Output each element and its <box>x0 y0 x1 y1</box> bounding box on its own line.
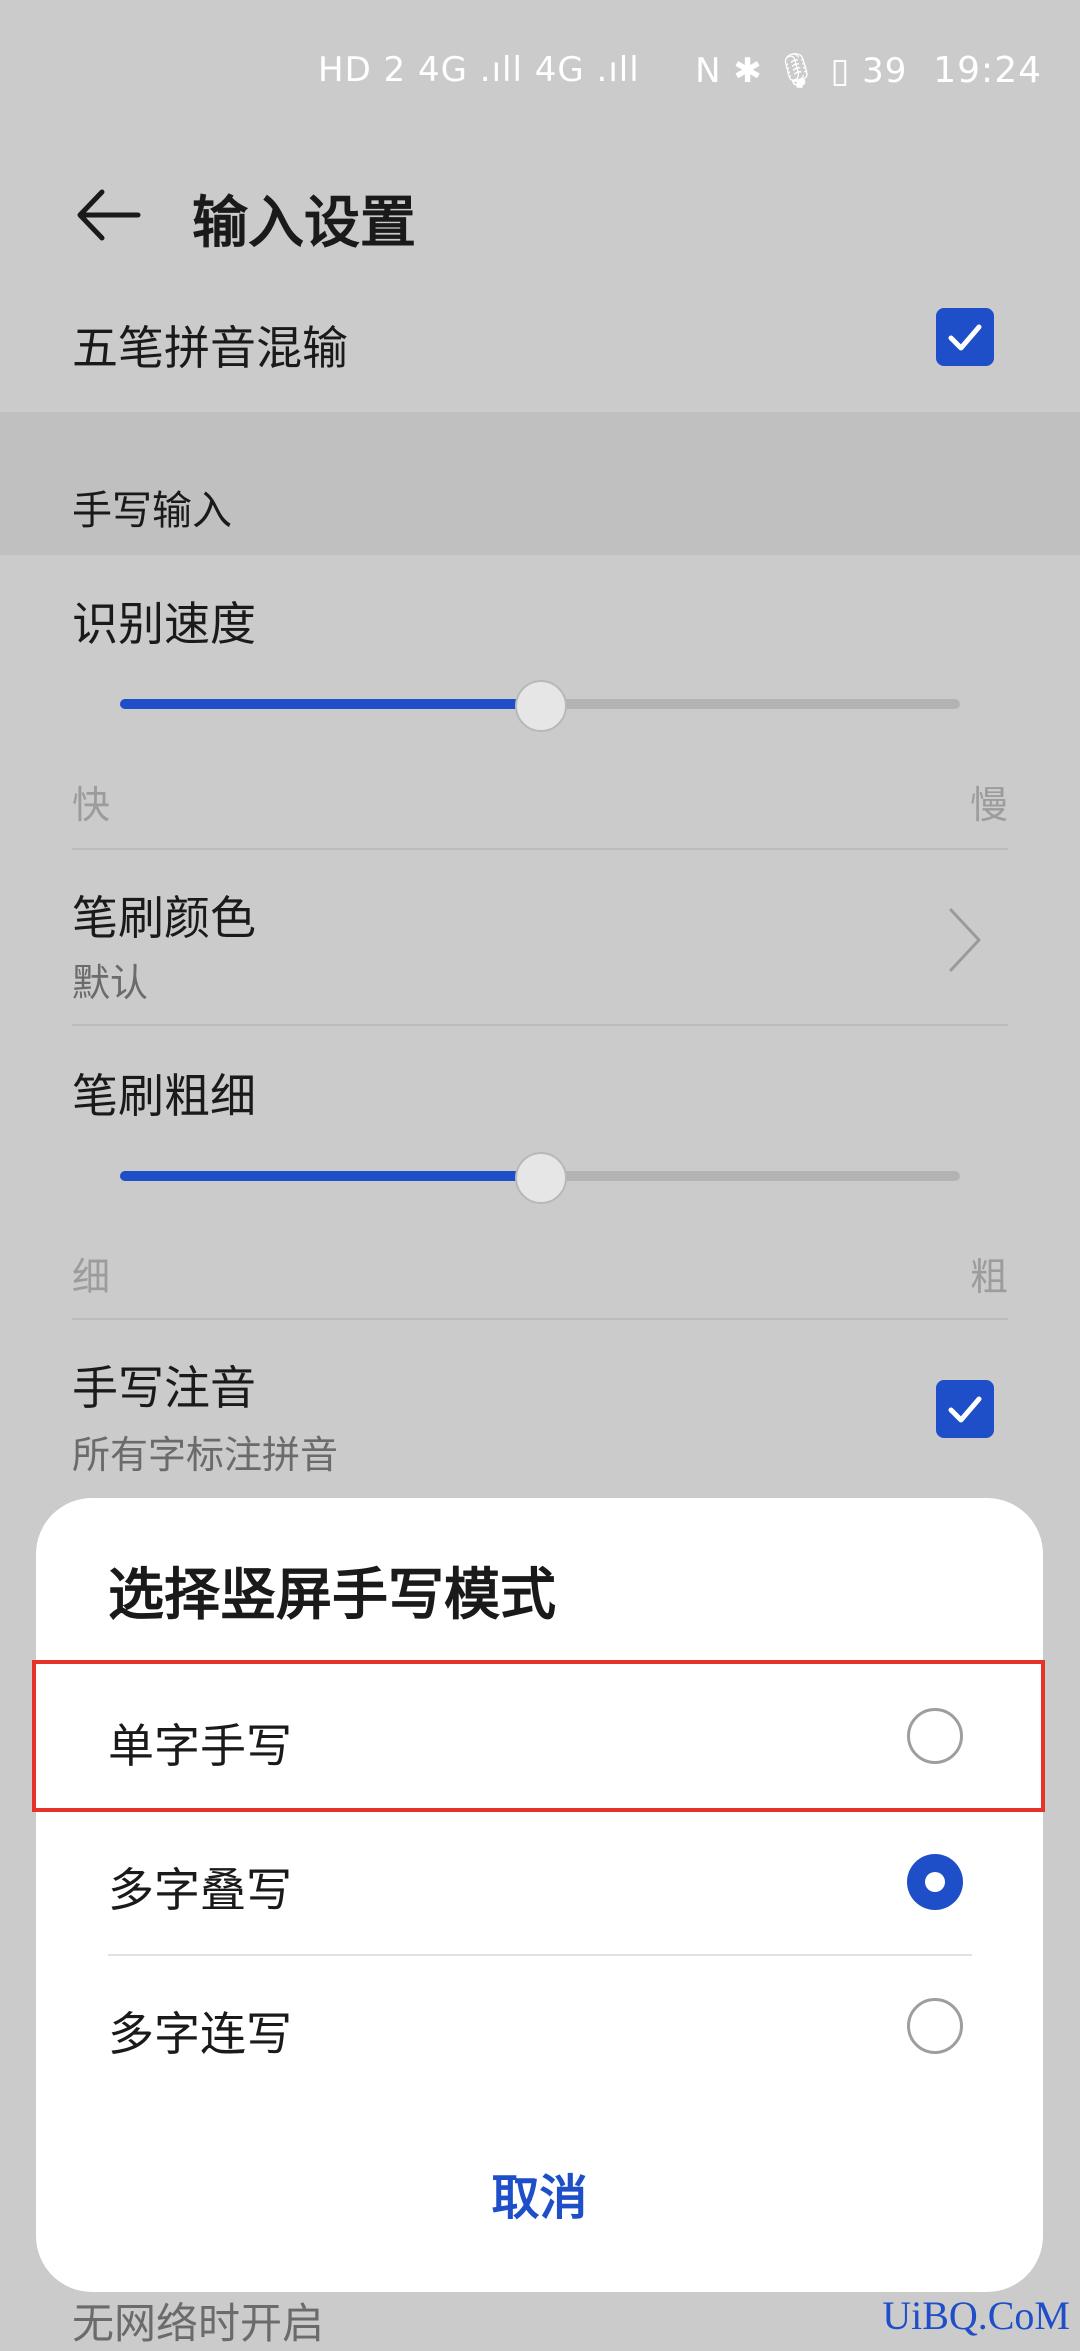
brush-color-label: 笔刷颜色 <box>72 891 256 945</box>
highlight-box <box>32 1660 1045 1812</box>
radio-button[interactable] <box>907 1998 963 2054</box>
option-label: 多字连写 <box>108 2007 292 2061</box>
thickness-min-label: 细 <box>72 1255 111 1299</box>
wubi-pinyin-label: 五笔拼音混输 <box>72 321 348 375</box>
handwriting-mode-dialog: 选择竖屏手写模式 单字手写 多字叠写 多字连写 取消 <box>36 1498 1043 2292</box>
divider <box>72 1318 1008 1320</box>
brush-thickness-fill <box>120 1171 540 1181</box>
handwriting-pinyin-checkbox[interactable] <box>936 1380 994 1438</box>
brush-thickness-label: 笔刷粗细 <box>72 1069 256 1123</box>
back-arrow-icon <box>77 189 141 241</box>
brush-color-value: 默认 <box>72 961 149 1005</box>
check-icon <box>948 1396 982 1423</box>
check-icon <box>948 324 982 351</box>
back-button[interactable] <box>72 180 142 250</box>
handwriting-pinyin-label: 手写注音 <box>72 1361 256 1415</box>
status-indicators-right: N ✱ 🎙 ▯ 39 19:24 <box>695 50 1042 91</box>
speed-max-label: 慢 <box>969 783 1008 827</box>
status-indicators-left: HD 2 4G .ıll 4G .ıll <box>318 50 640 90</box>
option-label: 多字叠写 <box>108 1863 292 1917</box>
brush-thickness-thumb[interactable] <box>515 1152 567 1204</box>
divider <box>72 1024 1008 1026</box>
watermark: UiBQ.CoM <box>882 2293 1070 2338</box>
page-title: 输入设置 <box>192 191 416 256</box>
recognition-speed-thumb[interactable] <box>515 680 567 732</box>
cancel-button[interactable]: 取消 <box>36 2158 1043 2228</box>
section-title-handwriting: 手写输入 <box>72 488 232 534</box>
wubi-pinyin-checkbox[interactable] <box>936 308 994 366</box>
status-time: 19:24 <box>933 50 1042 91</box>
recognition-speed-fill <box>120 699 540 709</box>
handwriting-pinyin-sub: 所有字标注拼音 <box>72 1433 339 1477</box>
background-row-peek: 无网络时开启 <box>72 2299 325 2348</box>
dialog-title: 选择竖屏手写模式 <box>108 1563 556 1628</box>
radio-button-selected[interactable] <box>907 1854 963 1910</box>
recognition-speed-label: 识别速度 <box>72 597 256 651</box>
chevron-right-icon <box>945 904 985 976</box>
status-icons: N ✱ 🎙 ▯ 39 <box>695 51 908 91</box>
speed-min-label: 快 <box>72 783 111 827</box>
thickness-max-label: 粗 <box>969 1255 1008 1299</box>
